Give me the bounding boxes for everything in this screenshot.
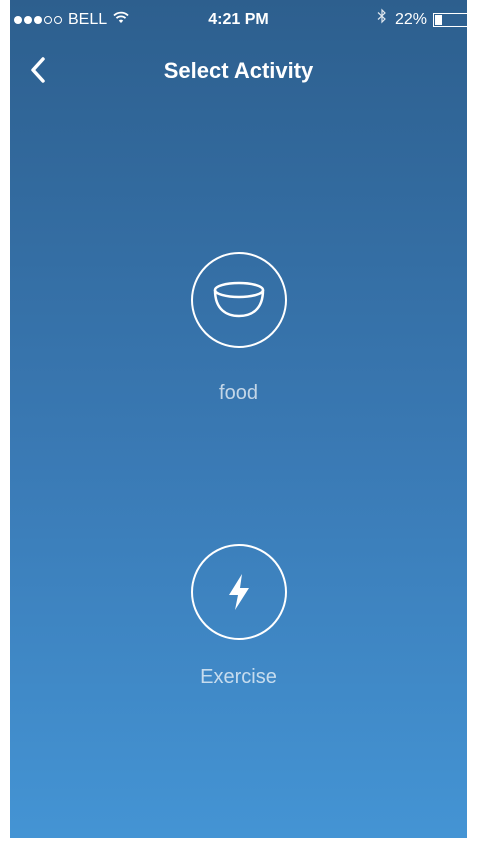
status-right: 22% <box>377 0 467 40</box>
battery-icon <box>433 13 467 27</box>
activity-label-food: food <box>219 382 258 404</box>
battery-percentage: 22% <box>394 11 427 28</box>
food-icon-circle[interactable] <box>190 252 287 348</box>
battery-level <box>435 15 442 25</box>
navigation-bar: Select Activity <box>10 40 467 104</box>
bowl-icon <box>213 281 264 318</box>
status-bar: BELL 4:21 PM 22% <box>10 0 467 40</box>
bluetooth-icon <box>377 0 387 40</box>
activity-food-option[interactable]: food <box>10 252 467 405</box>
activity-exercise-option[interactable]: Exercise <box>10 544 467 689</box>
exercise-icon-circle[interactable] <box>190 544 287 640</box>
activity-screen: BELL 4:21 PM 22% Select Activity food Ex… <box>10 0 467 838</box>
page-title: Select Activity <box>163 58 314 83</box>
lightning-icon <box>228 574 249 610</box>
activity-label-exercise: Exercise <box>200 666 277 688</box>
